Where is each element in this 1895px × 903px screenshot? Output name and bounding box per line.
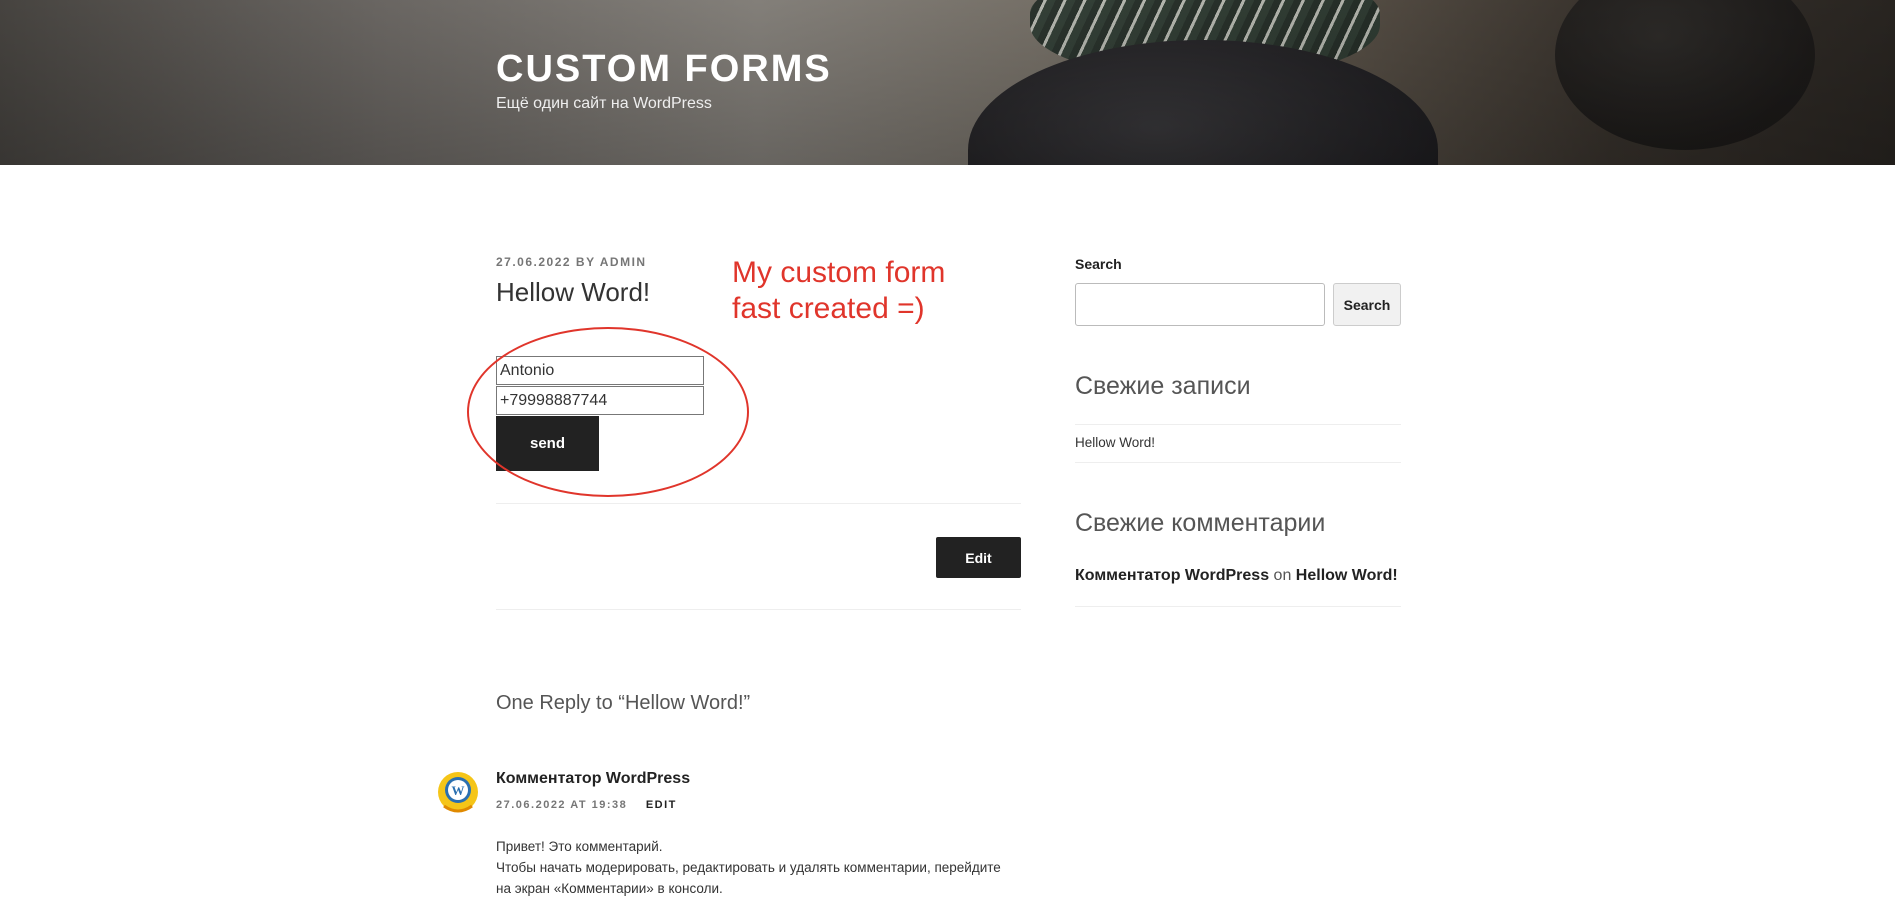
recent-comments-title: Свежие комментарии: [1075, 509, 1326, 537]
site-title[interactable]: CUSTOM FORMS: [496, 48, 832, 91]
edit-button[interactable]: Edit: [936, 537, 1021, 578]
comment-author: Комментатор WordPress: [496, 770, 691, 787]
svg-text:W: W: [452, 783, 465, 798]
divider: [496, 503, 1021, 504]
annotation-oval: [467, 327, 749, 497]
comment-meta: 27.06.2022 AT 19:38 EDIT: [496, 799, 677, 811]
post-author[interactable]: ADMIN: [600, 255, 647, 269]
comments-title: One Reply to “Hellow Word!”: [496, 692, 751, 714]
comment-body: Привет! Это комментарий. Чтобы начать мо…: [496, 836, 1026, 899]
comment-text-line: Привет! Это комментарий.: [496, 839, 663, 854]
recent-comment-item: Комментатор WordPress on Hellow Word!: [1075, 567, 1398, 585]
post-title: Hellow Word!: [496, 277, 651, 307]
recent-comment-author[interactable]: Комментатор WordPress: [1075, 567, 1269, 584]
post-date[interactable]: 27.06.2022: [496, 255, 571, 269]
comment-edit-link[interactable]: EDIT: [646, 799, 677, 811]
annotation-line-1: My custom form: [732, 256, 946, 289]
post-by: BY: [575, 255, 596, 269]
recent-post-link[interactable]: Hellow Word!: [1075, 435, 1155, 450]
post-meta: 27.06.2022 BY ADMIN: [496, 255, 647, 269]
comment-text-line: на экран «Комментарии» в консоли.: [496, 881, 723, 896]
annotation-text: My custom form fast created =): [732, 255, 992, 327]
divider: [1075, 424, 1401, 425]
comment-date[interactable]: 27.06.2022 AT 19:38: [496, 799, 627, 811]
recent-posts-title: Свежие записи: [1075, 372, 1251, 400]
search-button[interactable]: Search: [1333, 283, 1401, 326]
wordpress-avatar-icon: W: [438, 772, 478, 813]
divider: [1075, 462, 1401, 463]
recent-comment-on: on: [1273, 567, 1292, 584]
annotation-line-2: fast created =): [732, 292, 925, 325]
search-label: Search: [1075, 256, 1122, 272]
site-header: CUSTOM FORMS Ещё один сайт на WordPress: [0, 0, 1895, 165]
search-input[interactable]: [1075, 283, 1325, 326]
recent-comment-post-link[interactable]: Hellow Word!: [1296, 567, 1398, 584]
site-description: Ещё один сайт на WordPress: [496, 95, 712, 112]
divider: [1075, 606, 1401, 607]
comment-text-line: Чтобы начать модерировать, редактировать…: [496, 860, 1001, 875]
divider: [496, 609, 1021, 610]
